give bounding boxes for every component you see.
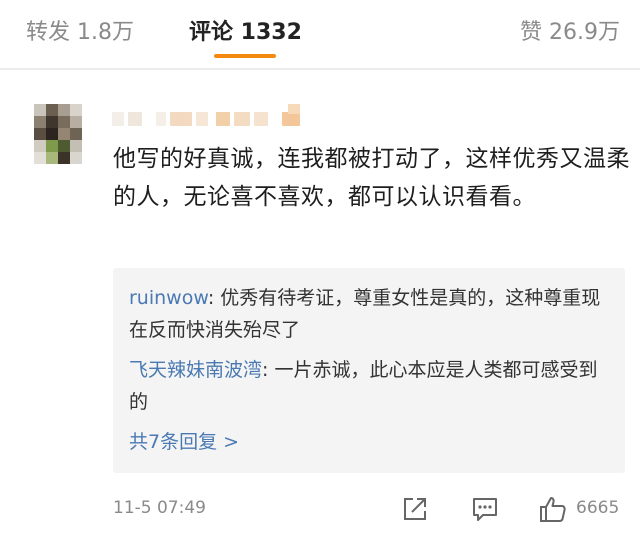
comment-text: 他写的好真诚，连我都被打动了，这样优秀又温柔的人，无论喜不喜欢，都可以认识看看。 bbox=[113, 146, 630, 210]
share-icon[interactable] bbox=[400, 494, 430, 524]
tab-likes[interactable]: 赞 26.9万 bbox=[520, 14, 620, 46]
replies-box[interactable]: ruinwow: 优秀有待考证，尊重女性是真的，这种尊重现在反而快消失殆尽了 飞… bbox=[113, 268, 625, 473]
more-replies-link[interactable]: 共7条回复 > bbox=[129, 426, 239, 458]
like-icon[interactable] bbox=[538, 494, 568, 524]
reply-item[interactable]: 飞天辣妹南波湾: 一片赤诚，此心本应是人类都可感受到的 bbox=[129, 354, 609, 418]
avatar[interactable] bbox=[34, 104, 84, 174]
reply-item[interactable]: ruinwow: 优秀有待考证，尊重女性是真的，这种尊重现在反而快消失殆尽了 bbox=[129, 282, 609, 346]
comment-icon[interactable] bbox=[470, 494, 500, 524]
comment-footer: 11-5 07:49 6665 bbox=[0, 492, 640, 528]
comment-tabs: 转发 1.8万 评论 1332 赞 26.9万 bbox=[0, 0, 640, 64]
tab-repost[interactable]: 转发 1.8万 bbox=[26, 14, 134, 46]
tabs-divider bbox=[0, 68, 640, 70]
reply-username[interactable]: ruinwow bbox=[129, 287, 208, 309]
tab-comments[interactable]: 评论 1332 bbox=[189, 14, 302, 46]
reply-username[interactable]: 飞天辣妹南波湾 bbox=[129, 359, 262, 381]
commenter-username-obscured[interactable] bbox=[112, 104, 322, 130]
like-count: 6665 bbox=[576, 498, 620, 518]
active-tab-indicator bbox=[214, 54, 276, 58]
comment-timestamp: 11-5 07:49 bbox=[113, 498, 206, 518]
